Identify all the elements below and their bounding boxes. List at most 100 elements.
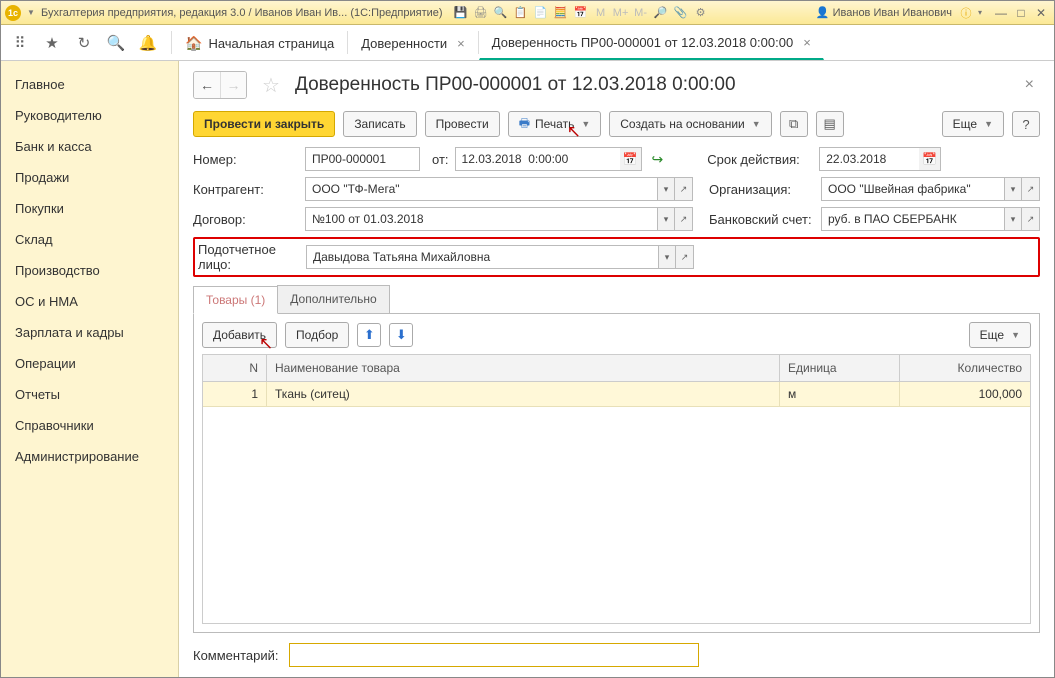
chevron-down-icon: ▼ — [1011, 330, 1020, 340]
paste-icon[interactable]: 📄 — [533, 5, 549, 21]
create-based-button[interactable]: Создать на основании ▼ — [609, 111, 771, 137]
col-name[interactable]: Наименование товара — [267, 355, 780, 381]
page-title: Доверенность ПР00-000001 от 12.03.2018 0… — [295, 74, 736, 96]
sidebar-item-reports[interactable]: Отчеты — [1, 379, 178, 410]
col-qty[interactable]: Количество — [900, 355, 1030, 381]
user-name: Иванов Иван Иванович — [833, 7, 952, 19]
add-button[interactable]: Добавить ↖ — [202, 322, 277, 348]
sidebar-item-salary[interactable]: Зарплата и кадры — [1, 317, 178, 348]
inner-tabs: Товары (1) Дополнительно — [193, 285, 1040, 314]
minimize-button[interactable]: — — [992, 5, 1010, 21]
date-input[interactable] — [455, 147, 620, 171]
more-button[interactable]: Еще ▼ — [942, 111, 1004, 137]
counterparty-input[interactable] — [305, 177, 657, 201]
app-menu-dropdown[interactable]: ▼ — [25, 7, 37, 19]
select-dropdown[interactable]: ▾ — [658, 245, 676, 269]
calendar-icon[interactable]: 📅 — [573, 5, 589, 21]
sidebar-item-assets[interactable]: ОС и НМА — [1, 286, 178, 317]
sidebar-item-main[interactable]: Главное — [1, 69, 178, 100]
mplus-icon[interactable]: M+ — [613, 5, 629, 21]
calendar-picker[interactable]: 📅 — [620, 147, 642, 171]
arrow-down-icon: ⬇ — [396, 327, 407, 343]
mminus-icon[interactable]: M- — [633, 5, 649, 21]
sidebar-item-admin[interactable]: Администрирование — [1, 441, 178, 472]
post-and-close-button[interactable]: Провести и закрыть — [193, 111, 335, 137]
save-icon[interactable]: 💾 — [453, 5, 469, 21]
preview-icon[interactable]: 🔍 — [493, 5, 509, 21]
cell-n: 1 — [203, 382, 267, 406]
number-input[interactable] — [305, 147, 420, 171]
bell-icon[interactable]: 🔔 — [139, 34, 157, 52]
help-button[interactable]: ? — [1012, 111, 1040, 137]
more-label: Еще — [980, 328, 1004, 342]
person-input[interactable] — [306, 245, 658, 269]
calendar-icon: 📅 — [922, 152, 937, 166]
select-dropdown[interactable]: ▾ — [1004, 207, 1022, 231]
sidebar-item-sales[interactable]: Продажи — [1, 162, 178, 193]
close-icon[interactable]: × — [457, 36, 465, 51]
panel-more-button[interactable]: Еще ▼ — [969, 322, 1031, 348]
maximize-button[interactable]: □ — [1012, 5, 1030, 21]
command-bar: Провести и закрыть Записать Провести 🖶 П… — [193, 111, 1040, 137]
favorite-toggle[interactable]: ☆ — [259, 73, 283, 97]
contract-input[interactable] — [305, 207, 657, 231]
print-icon[interactable]: 🖨 — [473, 5, 489, 21]
m-icon[interactable]: M — [593, 5, 609, 21]
structure-button[interactable]: ⧉ — [780, 111, 808, 137]
sidebar-item-manager[interactable]: Руководителю — [1, 100, 178, 131]
zoom-icon[interactable]: 🔎 — [653, 5, 669, 21]
calc-icon[interactable]: 🧮 — [553, 5, 569, 21]
based-label: Создать на основании — [620, 117, 745, 131]
open-refs[interactable]: ↗ — [1022, 177, 1040, 201]
open-refs[interactable]: ↗ — [1022, 207, 1040, 231]
history-icon[interactable]: ↻ — [75, 34, 93, 52]
close-document[interactable]: × — [1019, 74, 1040, 96]
bank-input[interactable] — [821, 207, 1004, 231]
validity-input[interactable] — [819, 147, 919, 171]
user-display[interactable]: 👤 Иванов Иван Иванович — [816, 6, 952, 19]
favorite-icon[interactable]: ★ — [43, 34, 61, 52]
clip-icon[interactable]: 📎 — [673, 5, 689, 21]
select-dropdown[interactable]: ▾ — [1004, 177, 1022, 201]
info-icon[interactable]: ⓘ — [958, 5, 974, 21]
select-dropdown[interactable]: ▾ — [657, 207, 675, 231]
close-icon[interactable]: × — [803, 35, 811, 50]
org-input[interactable] — [821, 177, 1004, 201]
comment-input[interactable] — [289, 643, 699, 667]
close-button[interactable]: ✕ — [1032, 5, 1050, 21]
tab-powerofattorneys[interactable]: Доверенности × — [348, 25, 478, 60]
search-icon[interactable]: 🔍 — [107, 34, 125, 52]
col-n[interactable]: N — [203, 355, 267, 381]
sidebar-item-operations[interactable]: Операции — [1, 348, 178, 379]
sidebar-item-purchases[interactable]: Покупки — [1, 193, 178, 224]
post-button[interactable]: Провести — [425, 111, 500, 137]
nav-forward[interactable]: → — [220, 72, 246, 98]
move-up-button[interactable]: ⬆ — [357, 323, 381, 347]
tab-home[interactable]: 🏠 Начальная страница — [172, 25, 347, 60]
calendar-picker[interactable]: 📅 — [919, 147, 941, 171]
info-dropdown[interactable]: ▾ — [974, 7, 986, 19]
open-refs[interactable]: ↗ — [675, 177, 693, 201]
open-refs[interactable]: ↗ — [676, 245, 694, 269]
list-button[interactable]: ▤ — [816, 111, 844, 137]
print-button[interactable]: 🖶 Печать ▼ ↖ — [508, 111, 602, 137]
params-icon[interactable]: ⚙ — [693, 5, 709, 21]
sidebar-item-warehouse[interactable]: Склад — [1, 224, 178, 255]
move-down-button[interactable]: ⬇ — [389, 323, 413, 347]
sidebar-item-production[interactable]: Производство — [1, 255, 178, 286]
copy-icon[interactable]: 📋 — [513, 5, 529, 21]
sidebar-item-bank[interactable]: Банк и касса — [1, 131, 178, 162]
print-label: Печать — [535, 117, 574, 131]
nav-back[interactable]: ← — [194, 72, 220, 98]
select-dropdown[interactable]: ▾ — [657, 177, 675, 201]
tab-document[interactable]: Доверенность ПР00-000001 от 12.03.2018 0… — [479, 25, 824, 60]
tab-extra[interactable]: Дополнительно — [277, 285, 389, 313]
save-button[interactable]: Записать — [343, 111, 416, 137]
col-unit[interactable]: Единица — [780, 355, 900, 381]
pick-button[interactable]: Подбор — [285, 322, 349, 348]
sidebar-item-directories[interactable]: Справочники — [1, 410, 178, 441]
open-refs[interactable]: ↗ — [675, 207, 693, 231]
tab-goods[interactable]: Товары (1) — [193, 286, 278, 314]
apps-icon[interactable]: ⠿ — [11, 34, 29, 52]
table-row[interactable]: 1 Ткань (ситец) м 100,000 — [203, 382, 1030, 407]
